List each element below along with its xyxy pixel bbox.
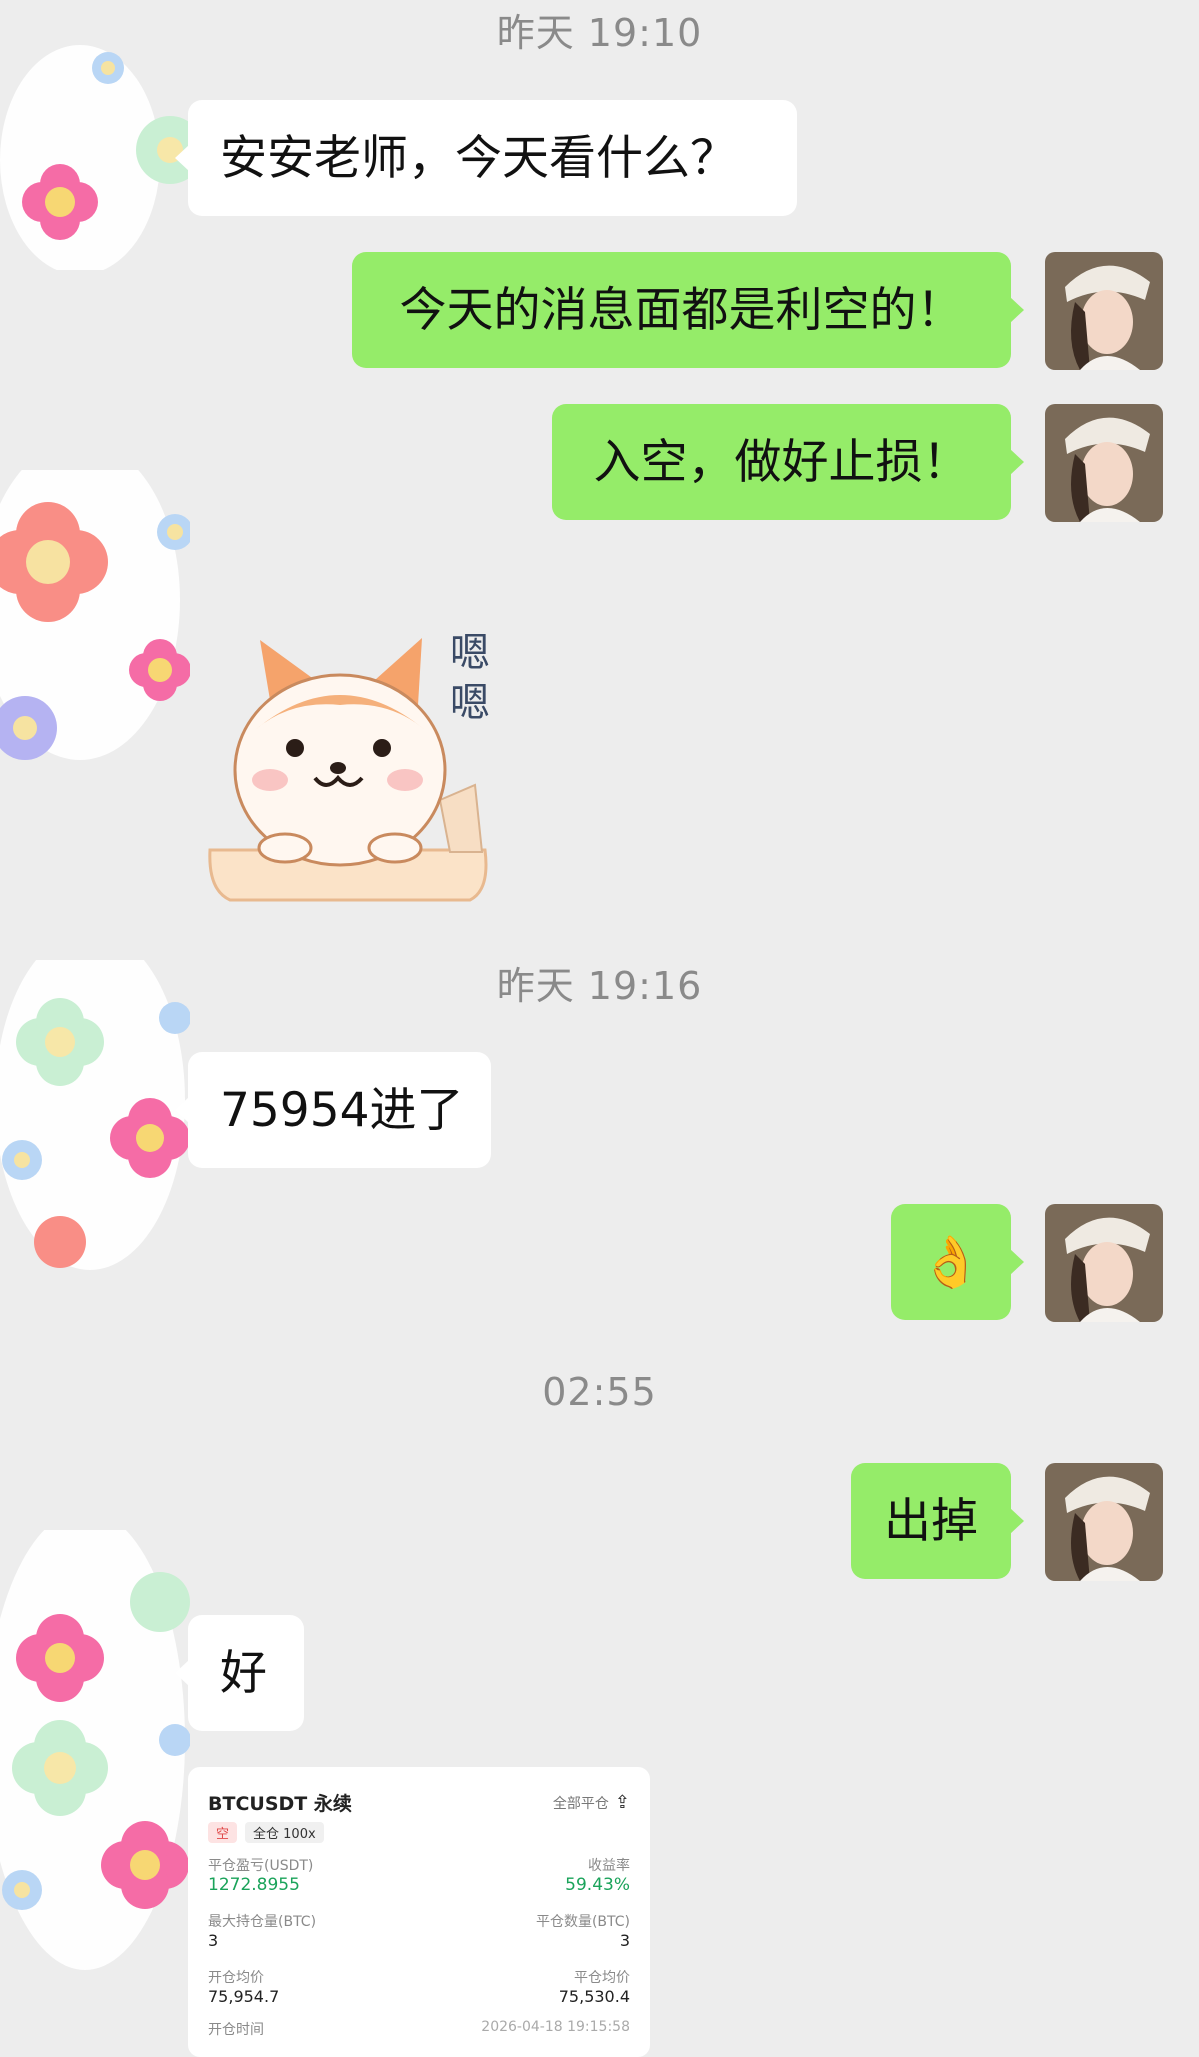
- share-icon[interactable]: ⇪: [615, 1792, 630, 1813]
- avatar[interactable]: [1045, 252, 1163, 370]
- user-avatar-photo-icon: [1045, 1463, 1163, 1581]
- flower-avatar: [0, 1530, 190, 1970]
- user-avatar-photo-icon: [1045, 252, 1163, 370]
- margin-tag: 全仓 100x: [245, 1822, 324, 1843]
- timestamp: 02:55: [542, 1370, 657, 1414]
- incoming-message[interactable]: 安安老师，今天看什么？: [175, 100, 797, 216]
- max-hold-value: 3: [208, 1931, 219, 1950]
- outgoing-message[interactable]: 出掉: [851, 1463, 1024, 1579]
- outgoing-message[interactable]: 👌: [891, 1204, 1024, 1320]
- trade-screenshot-card[interactable]: BTCUSDT 永续 全部平仓 ⇪ 空 全仓 100x 平仓盈亏(USDT) 收…: [188, 1767, 650, 2057]
- pnl-value: 1272.8955: [208, 1875, 300, 1895]
- outgoing-message[interactable]: 今天的消息面都是利空的！: [352, 252, 1024, 368]
- user-avatar-photo-icon: [1045, 404, 1163, 522]
- open-time-label: 开仓时间: [208, 2022, 264, 2038]
- avatar[interactable]: [1045, 1463, 1163, 1581]
- close-qty-label: 平仓数量(BTC): [535, 1914, 630, 1930]
- close-qty-value: 3: [619, 1931, 630, 1950]
- close-avg-label: 平仓均价: [574, 1970, 630, 1986]
- flower-avatar: [0, 960, 190, 1270]
- open-avg-label: 开仓均价: [208, 1970, 264, 1986]
- roi-value: 59.43%: [565, 1875, 630, 1895]
- close-avg-value: 75,530.4: [558, 1987, 630, 2006]
- incoming-message[interactable]: 75954进了: [175, 1052, 491, 1168]
- avatar[interactable]: [1045, 404, 1163, 522]
- sticker[interactable]: 嗯 嗯: [200, 620, 520, 910]
- open-avg-value: 75,954.7: [208, 1987, 280, 2006]
- flower-avatar: [0, 45, 190, 270]
- max-hold-label: 最大持仓量(BTC): [208, 1914, 317, 1930]
- outgoing-message[interactable]: 入空，做好止损！: [552, 404, 1024, 520]
- flower-avatar: [0, 470, 190, 760]
- short-tag: 空: [208, 1822, 238, 1843]
- sticker-text: 嗯: [450, 680, 490, 726]
- roi-label: 收益率: [588, 1858, 630, 1874]
- pnl-label: 平仓盈亏(USDT): [208, 1858, 314, 1874]
- open-time-value: 2026-04-18 19:15:58: [481, 2019, 630, 2035]
- user-avatar-photo-icon: [1045, 1204, 1163, 1322]
- incoming-message[interactable]: 好: [175, 1615, 304, 1731]
- avatar[interactable]: [1045, 1204, 1163, 1322]
- card-title: BTCUSDT 永续: [208, 1793, 352, 1815]
- close-all-button[interactable]: 全部平仓: [553, 1793, 609, 1813]
